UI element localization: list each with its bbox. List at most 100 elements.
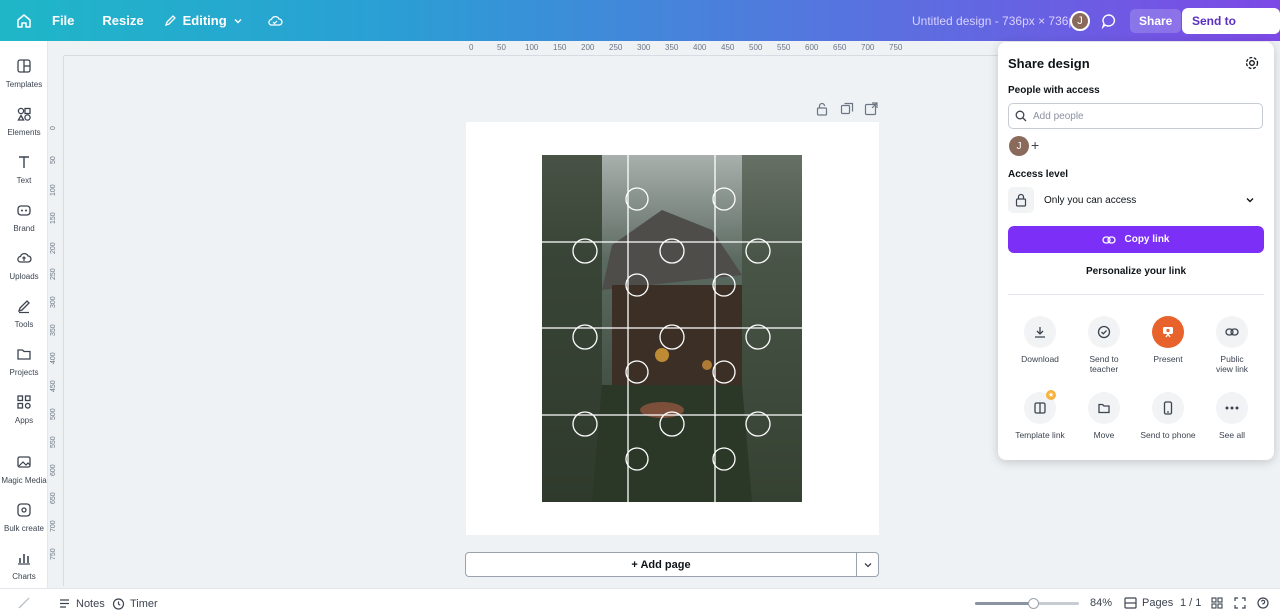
pages-button[interactable]: Pages	[1124, 597, 1173, 609]
link-icon	[1216, 316, 1248, 348]
ruler-mark: 650	[833, 43, 847, 52]
zoom-value[interactable]: 84%	[1090, 597, 1112, 609]
sidebar-item-text[interactable]: Text	[0, 151, 48, 195]
sidebar-item-label: Brand	[13, 224, 35, 233]
option-label: Present	[1153, 354, 1183, 364]
sidebar-item-label: Uploads	[9, 272, 39, 281]
ruler-mark: 750	[889, 43, 903, 52]
send-to-teacher-button[interactable]: Send to teacher	[1182, 8, 1280, 54]
zoom-handle[interactable]	[1028, 598, 1039, 609]
puzzle-image[interactable]	[542, 155, 802, 502]
tools-icon	[15, 297, 33, 315]
ruler-mark: 500	[50, 408, 57, 420]
sidebar-item-charts[interactable]: Charts	[0, 547, 48, 591]
option-label: Send to phone	[1140, 430, 1196, 440]
chevron-down-icon	[1246, 198, 1254, 203]
sidebar-item-brand[interactable]: Brand	[0, 199, 48, 243]
help-icon[interactable]	[1257, 597, 1269, 609]
gear-icon[interactable]	[1244, 55, 1260, 71]
option-label: Move	[1093, 430, 1115, 440]
editing-menu[interactable]: Editing	[164, 13, 243, 28]
grid-view-icon[interactable]	[1211, 597, 1223, 609]
download-option[interactable]: Download	[1008, 316, 1072, 364]
present-option[interactable]: Present	[1136, 316, 1200, 364]
sidebar-item-projects[interactable]: Projects	[0, 343, 48, 387]
sidebar-item-uploads[interactable]: Uploads	[0, 247, 48, 291]
left-sidebar: Templates Elements Text Brand Uploads To…	[0, 41, 48, 616]
sidebar-item-label: Bulk create	[3, 524, 45, 533]
add-collaborator-icon[interactable]: +	[1031, 137, 1039, 153]
sidebar-item-label: Tools	[14, 320, 34, 329]
collaborator-avatar[interactable]: J	[1009, 136, 1029, 156]
zoom-slider[interactable]	[975, 598, 1079, 609]
option-label: Download	[1021, 354, 1059, 364]
user-avatar[interactable]: J	[1070, 11, 1090, 31]
ruler-mark: 50	[497, 43, 506, 52]
sidebar-item-label: Elements	[7, 128, 41, 137]
sidebar-item-label: Apps	[14, 416, 34, 425]
personalize-link-button[interactable]: Personalize your link	[1008, 266, 1264, 277]
sidebar-item-apps[interactable]: Apps	[0, 391, 48, 435]
sidebar-item-label: Charts	[12, 572, 36, 581]
ruler-mark: 100	[50, 184, 57, 196]
hide-icon[interactable]	[18, 597, 30, 609]
access-level-select[interactable]: Only you can access	[1008, 187, 1263, 213]
design-title[interactable]: Untitled design - 736px × 736px	[912, 14, 1081, 28]
move-option[interactable]: Move	[1072, 392, 1136, 440]
chevron-down-icon	[864, 562, 871, 567]
access-level-value: Only you can access	[1044, 194, 1137, 206]
template-link-option[interactable]: ★ Template link	[1008, 390, 1072, 440]
check-circle-icon	[1088, 316, 1120, 348]
duplicate-icon[interactable]	[840, 102, 854, 116]
sidebar-item-tools[interactable]: Tools	[0, 295, 48, 339]
ruler-mark: 200	[50, 242, 57, 254]
share-panel-title: Share design	[1008, 56, 1090, 71]
add-page-options[interactable]	[856, 553, 878, 576]
sidebar-item-templates[interactable]: Templates	[0, 55, 48, 99]
file-menu[interactable]: File	[52, 13, 74, 28]
bottom-bar: Notes Timer 84% Pages 1 / 1	[0, 588, 1280, 616]
text-icon	[15, 153, 33, 171]
option-label: See all	[1219, 430, 1245, 440]
copy-link-button[interactable]: Copy link	[1008, 226, 1264, 253]
option-label: Template link	[1015, 430, 1065, 440]
sidebar-item-label: Templates	[5, 80, 43, 89]
lock-icon[interactable]	[816, 102, 830, 116]
home-icon[interactable]	[10, 7, 38, 35]
apps-icon	[15, 393, 33, 411]
resize-menu[interactable]: Resize	[102, 13, 143, 28]
present-icon	[1152, 316, 1184, 348]
notes-icon	[60, 599, 69, 608]
cloud-save-icon[interactable]	[267, 14, 283, 28]
fullscreen-icon[interactable]	[1234, 597, 1246, 609]
ruler-mark: 250	[609, 43, 623, 52]
notes-button[interactable]: Notes	[58, 597, 105, 610]
timer-button[interactable]: Timer	[112, 597, 158, 610]
add-page-icon[interactable]	[864, 102, 878, 116]
see-all-option[interactable]: See all	[1200, 392, 1264, 440]
ruler-mark: 750	[50, 548, 57, 560]
notes-label: Notes	[76, 597, 105, 610]
add-page-button[interactable]: + Add page	[466, 553, 856, 576]
send-to-phone-option[interactable]: Send to phone	[1136, 392, 1200, 440]
send-to-teacher-option[interactable]: Send to teacher	[1072, 316, 1136, 374]
pencil-icon	[164, 15, 176, 27]
ruler-mark: 200	[581, 43, 595, 52]
comment-icon[interactable]	[1098, 10, 1120, 32]
ruler-mark: 700	[50, 520, 57, 532]
sidebar-item-magic-media[interactable]: Magic Media	[0, 451, 48, 495]
ruler-mark: 0	[469, 43, 474, 52]
ruler-mark: 150	[553, 43, 567, 52]
pages-label: Pages	[1142, 597, 1174, 609]
search-icon	[1015, 110, 1027, 122]
page-count: 1 / 1	[1180, 597, 1202, 609]
public-view-link-option[interactable]: Public view link	[1200, 316, 1264, 374]
sidebar-item-elements[interactable]: Elements	[0, 103, 48, 147]
share-button[interactable]: Share	[1130, 9, 1182, 33]
sidebar-item-bulk-create[interactable]: Bulk create	[0, 499, 48, 543]
ruler-mark: 50	[50, 156, 57, 164]
ruler-mark: 550	[777, 43, 791, 52]
ruler-mark: 400	[50, 352, 57, 364]
add-people-input[interactable]: Add people	[1008, 103, 1263, 129]
share-panel: Share design People with access Add peop…	[998, 42, 1274, 460]
